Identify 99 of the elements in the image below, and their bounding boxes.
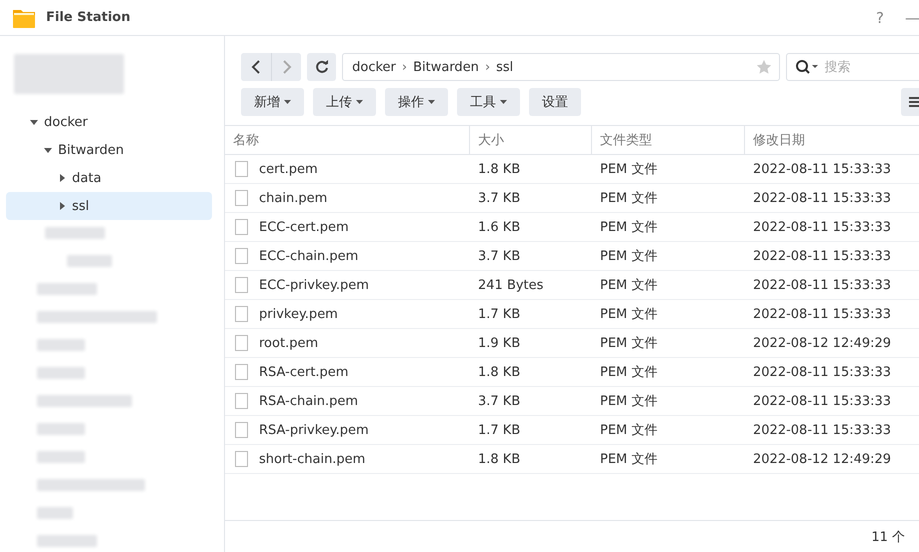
file-icon <box>235 451 248 467</box>
toolbar-button[interactable]: 上传 <box>313 88 376 116</box>
file-type: PEM 文件 <box>600 335 658 352</box>
expander-icon[interactable] <box>58 174 66 182</box>
path-segment[interactable]: docker <box>352 60 396 74</box>
file-name: ECC-privkey.pem <box>259 278 369 292</box>
path-segment[interactable]: Bitwarden <box>413 60 479 74</box>
file-size: 1.7 KB <box>478 422 520 438</box>
file-name: root.pem <box>259 336 318 350</box>
file-icon <box>235 248 248 264</box>
blurred-label <box>45 227 105 239</box>
list-icon <box>909 97 919 107</box>
file-icon <box>235 422 248 438</box>
file-size: 1.9 KB <box>478 336 520 350</box>
toolbar-button[interactable]: 操作 <box>385 88 448 116</box>
file-size: 1.8 KB <box>478 364 520 380</box>
file-size: 241 Bytes <box>478 278 544 292</box>
expander-icon[interactable] <box>58 202 66 210</box>
modified-date: 2022-08-11 15:33:33 <box>753 394 892 408</box>
modified-date: 2022-08-11 15:33:33 <box>753 278 892 292</box>
blurred-label <box>37 423 85 435</box>
modified-date: 2022-08-12 12:49:29 <box>753 452 892 466</box>
path-separator: › <box>402 60 408 74</box>
file-type: PEM 文件 <box>600 219 658 236</box>
file-type: PEM 文件 <box>600 306 658 323</box>
back-icon <box>251 60 261 74</box>
blurred-label <box>37 507 73 519</box>
tree-item[interactable]: Bitwarden <box>6 136 212 164</box>
blurred-label <box>67 255 112 267</box>
modified-date: 2022-08-11 15:33:33 <box>753 364 892 380</box>
file-size: 3.7 KB <box>478 190 520 206</box>
column-header[interactable]: 大小 <box>470 126 592 154</box>
file-name: chain.pem <box>259 190 328 206</box>
blurred-label <box>37 367 85 379</box>
toolbar-button[interactable]: 新增 <box>241 88 304 116</box>
file-name: privkey.pem <box>259 306 338 322</box>
file-icon <box>235 219 248 235</box>
column-header[interactable]: 名称 <box>225 126 470 154</box>
file-size: 1.6 KB <box>478 220 520 234</box>
file-type: PEM 文件 <box>600 364 658 381</box>
file-name: RSA-privkey.pem <box>259 422 369 438</box>
search-field[interactable]: 搜索 <box>786 53 919 81</box>
blurred-label <box>37 535 97 547</box>
refresh-icon <box>314 60 329 74</box>
modified-date: 2022-08-11 15:33:33 <box>753 248 892 264</box>
file-size: 1.8 KB <box>478 162 520 176</box>
modified-date: 2022-08-11 15:33:33 <box>753 306 892 322</box>
file-icon <box>235 161 248 177</box>
file-icon <box>235 277 248 293</box>
expander-icon[interactable] <box>44 146 52 154</box>
file-type: PEM 文件 <box>600 451 658 468</box>
help-button[interactable]: ? <box>873 8 887 26</box>
modified-date: 2022-08-12 12:49:29 <box>753 336 892 350</box>
column-header[interactable]: 文件类型 <box>592 126 745 154</box>
minimize-button[interactable]: — <box>905 8 919 26</box>
window-title: File Station <box>46 10 130 25</box>
file-icon <box>235 306 248 322</box>
file-size: 3.7 KB <box>478 394 520 408</box>
expander-icon[interactable] <box>30 118 38 126</box>
file-icon <box>235 393 248 409</box>
forward-icon <box>282 60 292 74</box>
refresh-button[interactable] <box>307 53 336 81</box>
tree-item[interactable]: ssl <box>6 192 212 220</box>
file-icon <box>235 190 248 206</box>
modified-date: 2022-08-11 15:33:33 <box>753 422 892 438</box>
blurred-label <box>37 339 85 351</box>
toolbar-button[interactable]: 工具 <box>457 88 520 116</box>
toolbar-button[interactable]: 设置 <box>529 88 581 116</box>
modified-date: 2022-08-11 15:33:33 <box>753 162 892 176</box>
column-header[interactable]: 修改日期 <box>745 126 919 154</box>
blurred-label <box>37 283 97 295</box>
file-icon <box>235 335 248 351</box>
blurred-label <box>37 451 85 463</box>
modified-date: 2022-08-11 15:33:33 <box>753 190 892 206</box>
file-size: 1.8 KB <box>478 452 520 466</box>
tree-item[interactable]: docker <box>6 108 212 136</box>
path-segment[interactable]: ssl <box>496 60 514 74</box>
tree-item[interactable]: data <box>6 164 212 192</box>
file-size: 3.7 KB <box>478 248 520 264</box>
file-name: cert.pem <box>259 162 318 176</box>
file-name: short-chain.pem <box>259 452 366 466</box>
file-type: PEM 文件 <box>600 277 658 294</box>
path-field[interactable]: docker › Bitwarden › ssl <box>342 53 780 81</box>
file-size: 1.7 KB <box>478 306 520 322</box>
file-name: RSA-chain.pem <box>259 394 358 408</box>
file-type: PEM 文件 <box>600 422 658 439</box>
file-icon <box>235 364 248 380</box>
file-type: PEM 文件 <box>600 248 658 265</box>
file-name: RSA-cert.pem <box>259 364 348 380</box>
item-count: 11 个 <box>871 528 905 546</box>
file-name: ECC-chain.pem <box>259 248 358 264</box>
star-icon[interactable] <box>756 59 772 75</box>
path-separator: › <box>484 60 490 74</box>
file-type: PEM 文件 <box>600 393 658 410</box>
file-type: PEM 文件 <box>600 190 658 207</box>
file-type: PEM 文件 <box>600 161 658 178</box>
modified-date: 2022-08-11 15:33:33 <box>753 220 892 234</box>
file-name: ECC-cert.pem <box>259 220 349 234</box>
search-icon[interactable] <box>794 59 819 75</box>
